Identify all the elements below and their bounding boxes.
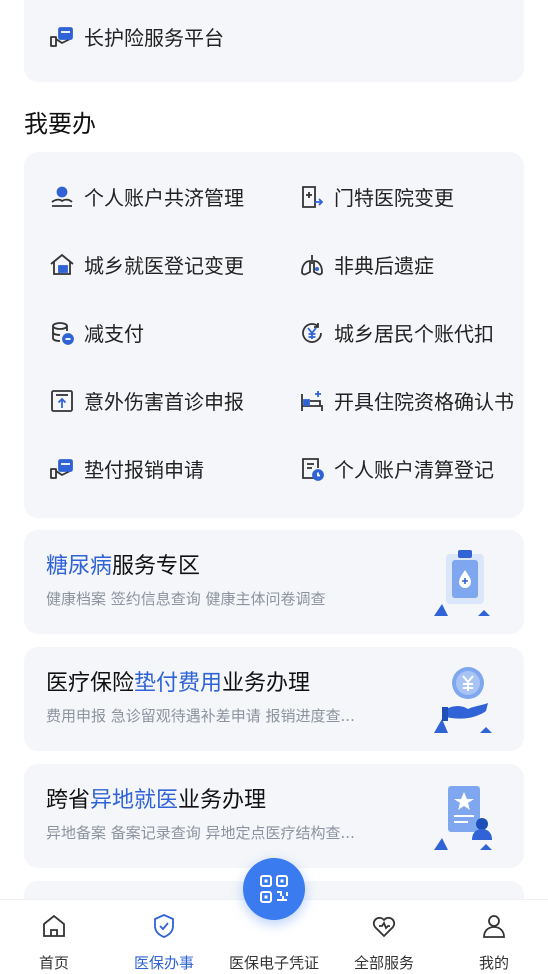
- long-term-care-platform-item[interactable]: 长护险服务平台: [48, 22, 224, 51]
- grid-item-reduce-payment[interactable]: 减支付: [48, 318, 144, 347]
- grid-item-home-register[interactable]: 城乡就医登记变更: [48, 250, 244, 279]
- qr-code-icon: [260, 875, 288, 903]
- coin-hand-illustration: [434, 667, 492, 733]
- service-card-advance-payment[interactable]: 医疗保险垫付费用业务办理 费用申报 急诊留观待遇补差申请 报销进度查...: [24, 647, 524, 751]
- upload-doc-icon: [48, 387, 76, 415]
- home-icon: [43, 914, 65, 937]
- nav-label: 我的: [478, 954, 509, 972]
- hospital-change-icon: [298, 183, 326, 211]
- grid-item-label: 门特医院变更: [334, 186, 454, 210]
- grid-item-auto-deduction[interactable]: 城乡居民个账代扣: [298, 318, 494, 347]
- nav-label: 首页: [38, 954, 69, 972]
- shared-account-icon: [48, 183, 76, 211]
- service-subtitle: 异地备案 备案记录查询 异地定点医疗结构查...: [46, 824, 355, 842]
- service-card-cross-province[interactable]: 跨省异地就医业务办理 异地备案 备案记录查询 异地定点医疗结构查...: [24, 764, 524, 868]
- service-title: 跨省异地就医业务办理: [46, 788, 267, 813]
- grid-item-label: 个人账户清算登记: [334, 458, 494, 482]
- database-minus-icon: [48, 319, 76, 347]
- grid-item-shared-account[interactable]: 个人账户共济管理: [48, 182, 244, 211]
- qr-code-button[interactable]: [243, 858, 305, 920]
- grid-item-hospital-change[interactable]: 门特医院变更: [298, 182, 454, 211]
- hand-card-icon: [48, 455, 76, 483]
- section-title: 我要办: [24, 110, 96, 138]
- grid-item-label: 减支付: [84, 322, 144, 346]
- lungs-icon: [298, 251, 326, 279]
- shield-check-icon: [154, 914, 174, 938]
- medical-board-illustration: [434, 550, 490, 616]
- hospital-bed-icon: [298, 387, 326, 415]
- grid-item-hospitalization-cert[interactable]: 开具住院资格确认书: [298, 386, 514, 415]
- yuan-refresh-icon: [298, 319, 326, 347]
- todo-grid-card: 个人账户共济管理 门特医院变更 城乡就医登记变更 非典后遗症 减支付 城乡居民个…: [24, 152, 524, 518]
- grid-item-advance-reimburse[interactable]: 垫付报销申请: [48, 454, 204, 483]
- hand-card-icon: [48, 23, 76, 51]
- user-icon: [483, 915, 505, 938]
- grid-item-injury-report[interactable]: 意外伤害首诊申报: [48, 386, 244, 415]
- nav-label: 医保电子凭证: [228, 954, 319, 972]
- heart-icon: [372, 916, 396, 938]
- doc-clock-icon: [298, 455, 326, 483]
- grid-item-label: 非典后遗症: [334, 254, 434, 278]
- nav-home[interactable]: 首页: [6, 900, 102, 974]
- grid-item-account-settlement[interactable]: 个人账户清算登记: [298, 454, 494, 483]
- doc-person-illustration: [434, 786, 492, 850]
- home-register-icon: [48, 251, 76, 279]
- grid-item-label: 垫付报销申请: [84, 458, 204, 482]
- nav-medical-affairs[interactable]: 医保办事: [116, 900, 212, 974]
- service-subtitle: 健康档案 签约信息查询 健康主体问卷调查: [46, 590, 326, 608]
- grid-item-label: 城乡居民个账代扣: [334, 322, 494, 346]
- grid-item-label: 意外伤害首诊申报: [84, 390, 244, 414]
- grid-item-label: 城乡就医登记变更: [84, 254, 244, 278]
- grid-item-label: 开具住院资格确认书: [334, 390, 514, 414]
- top-service-card: 长护险服务平台: [24, 0, 524, 82]
- nav-all-services[interactable]: 全部服务: [336, 900, 432, 974]
- service-subtitle: 费用申报 急诊留观待遇补差申请 报销进度查...: [46, 707, 355, 725]
- service-title: 糖尿病服务专区: [46, 554, 201, 579]
- nav-label: 全部服务: [353, 954, 414, 972]
- long-term-care-platform-label: 长护险服务平台: [84, 26, 224, 50]
- grid-item-sars-sequelae[interactable]: 非典后遗症: [298, 250, 434, 279]
- service-card-diabetes[interactable]: 糖尿病服务专区 健康档案 签约信息查询 健康主体问卷调查: [24, 530, 524, 634]
- service-title: 医疗保险垫付费用业务办理: [46, 671, 311, 696]
- grid-item-label: 个人账户共济管理: [84, 186, 244, 210]
- nav-label: 医保办事: [133, 954, 194, 972]
- nav-mine[interactable]: 我的: [446, 900, 542, 974]
